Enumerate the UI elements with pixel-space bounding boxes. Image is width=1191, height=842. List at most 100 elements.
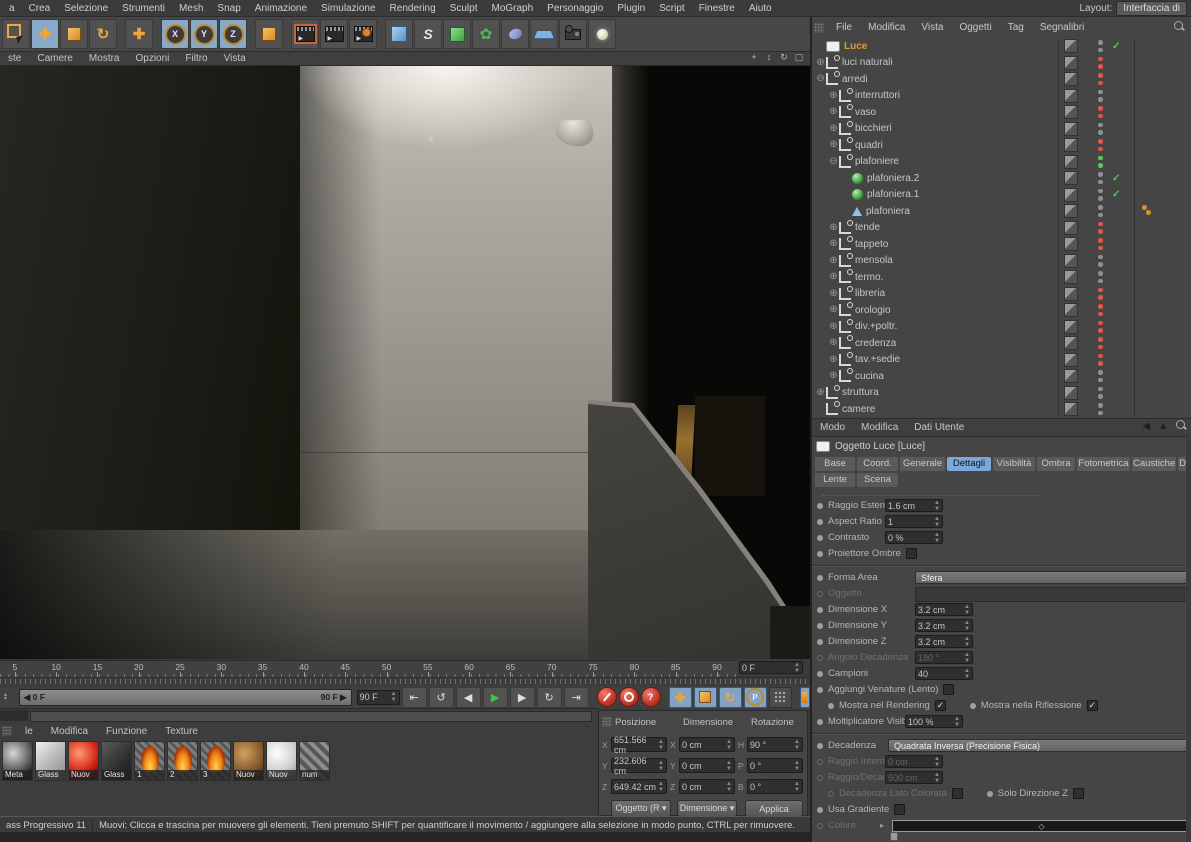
material-thumbnail[interactable]: Nuov (266, 741, 297, 781)
range-spinner-icon[interactable]: ▲ ▼ (2, 690, 9, 705)
editor-visibility-dot[interactable] (1098, 386, 1103, 392)
field-dimensione-y[interactable]: 3.2 cm ▲ ▼ (915, 619, 973, 632)
menu-sculpt[interactable]: Sculpt (443, 3, 485, 14)
menu-mesh[interactable]: Mesh (172, 3, 210, 14)
tab-dettagli[interactable]: Dettagli (947, 457, 991, 471)
spinner-icon[interactable]: ▲ ▼ (726, 781, 732, 793)
am-menu-modifica[interactable]: Modifica (853, 422, 906, 433)
record-position-button[interactable]: ✚ (668, 686, 692, 708)
timeline-ruler[interactable]: 5 10 15 20 25 30 35 40 45 50 55 60 65 70 75 80 85 90 (0, 660, 737, 677)
render-visibility-dot[interactable] (1098, 278, 1103, 284)
tab-coord-[interactable]: Coord. (857, 457, 898, 471)
material-menu-texture[interactable]: Texture (156, 726, 207, 737)
spinner-icon[interactable]: ▲ ▼ (964, 668, 970, 680)
visibility-dots[interactable] (1098, 386, 1103, 399)
layer-chip-icon[interactable] (1064, 187, 1078, 202)
menu-selezione[interactable]: Selezione (57, 3, 115, 14)
coord-dimension-field[interactable]: 0 cm ▲ ▼ (679, 737, 735, 752)
editor-visibility-dot[interactable] (1098, 304, 1103, 309)
panel-tab[interactable] (0, 710, 28, 721)
search-icon[interactable] (1176, 420, 1185, 432)
coord-position-field[interactable]: 649.42 cm ▲ ▼ (611, 779, 667, 794)
layer-chip-icon[interactable] (1064, 88, 1078, 103)
object-row-plafoniere[interactable]: ⊖ plafoniere (812, 153, 1191, 171)
texture-tag-icon[interactable] (1142, 205, 1152, 217)
visibility-dots[interactable] (1098, 56, 1103, 69)
last-tool-button[interactable]: ✚ (125, 19, 153, 49)
editor-visibility-dot[interactable] (1098, 238, 1103, 243)
visibility-dots[interactable] (1098, 287, 1103, 300)
menu-simulazione[interactable]: Simulazione (314, 3, 382, 14)
dropdown-decadenza[interactable]: Quadrata Inversa (Precisione Fisica) (888, 739, 1189, 752)
coord-dimension-field[interactable]: 0 cm ▲ ▼ (679, 758, 735, 773)
next-frame-button[interactable]: ▶ (509, 686, 535, 708)
object-row-libreria[interactable]: ⊕ libreria (812, 285, 1191, 303)
render-visibility-dot[interactable] (1098, 130, 1103, 135)
menu-a[interactable]: a (2, 3, 22, 14)
search-icon[interactable] (1174, 21, 1183, 30)
layer-chip-icon[interactable] (1064, 171, 1078, 186)
object-row-orologio[interactable]: ⊕ orologio (812, 302, 1191, 319)
history-back-icon[interactable]: ◀ (1142, 421, 1150, 432)
material-thumbnail[interactable]: 2 (167, 741, 198, 781)
material-menu-modifica[interactable]: Modifica (42, 726, 97, 737)
coord-position-field[interactable]: 651.566 cm ▲ ▼ (611, 735, 667, 755)
menu-script[interactable]: Script (652, 3, 692, 14)
render-visibility-dot[interactable] (1098, 113, 1103, 119)
coord-mode-dropdown[interactable]: Oggetto (R ▾ (611, 800, 671, 817)
field-angolo-decadenza[interactable]: 180 ° ▲ ▼ (915, 651, 973, 664)
visibility-dots[interactable] (1098, 370, 1103, 383)
layer-chip-icon[interactable] (1064, 336, 1078, 351)
checkbox-decadenza-lato-colorata[interactable] (951, 788, 963, 799)
render-visibility-dot[interactable] (1098, 80, 1103, 86)
render-visibility-dot[interactable] (1098, 229, 1103, 234)
checkbox-aggiungi-venature-lento-[interactable] (943, 684, 955, 695)
tab-scena[interactable]: Scena (857, 473, 898, 487)
layer-chip-icon[interactable] (1064, 72, 1078, 87)
coord-position-field[interactable]: 232.606 cm ▲ ▼ (611, 756, 667, 776)
visibility-dots[interactable] (1098, 73, 1103, 86)
field-moltiplicatore-visibilit-[interactable]: 100 % ▲ ▼ (905, 715, 963, 728)
render-visibility-dot[interactable] (1098, 295, 1103, 300)
visibility-dots[interactable] (1098, 238, 1103, 251)
layer-chip-icon[interactable] (1064, 352, 1078, 367)
expand-icon[interactable]: ⊕ (828, 354, 839, 365)
color-gradient-bar[interactable]: ◇ (892, 820, 1191, 832)
expand-icon[interactable]: ⊕ (828, 272, 839, 282)
spinner-icon[interactable]: ▲ ▼ (964, 652, 970, 664)
expand-arrow-icon[interactable]: ▸ (880, 821, 884, 830)
add-cube-object-button[interactable] (385, 19, 413, 49)
spinner-icon[interactable]: ▲ ▼ (794, 739, 800, 751)
editor-visibility-dot[interactable] (1098, 89, 1103, 95)
material-thumbnail[interactable]: Glass (101, 741, 132, 781)
gradient-knot[interactable] (890, 832, 898, 841)
zoom-icon[interactable]: ↕ (764, 52, 774, 63)
record-scale-button[interactable] (693, 686, 717, 708)
editor-visibility-dot[interactable] (1098, 353, 1103, 359)
apply-button[interactable]: Applica (745, 800, 803, 817)
expand-icon[interactable]: ⊕ (828, 338, 839, 348)
previous-frame-button[interactable]: ◀ (455, 686, 481, 708)
add-floor-button[interactable] (530, 19, 558, 49)
object-row-termo-[interactable]: ⊕ termo. (812, 269, 1191, 286)
material-thumbnail[interactable]: 1 (134, 741, 165, 781)
om-menu-oggetti[interactable]: Oggetti (951, 22, 999, 33)
menu-crea[interactable]: Crea (22, 3, 58, 14)
om-menu-tag[interactable]: Tag (1000, 22, 1032, 33)
am-menu-modo[interactable]: Modo (812, 422, 853, 433)
viewport-menu-vista[interactable]: Vista (216, 53, 254, 64)
spinner-icon[interactable]: ▲ ▼ (794, 760, 800, 772)
object-row-struttura[interactable]: ⊕ struttura (812, 384, 1191, 402)
render-visibility-dot[interactable] (1098, 97, 1103, 102)
object-row-luce[interactable]: Luce ✓ (812, 38, 1191, 55)
material-thumbnail[interactable]: Nuov (233, 741, 264, 781)
add-generator-button[interactable] (443, 19, 471, 49)
render-visibility-dot[interactable] (1098, 64, 1103, 69)
material-thumbnail[interactable]: Meta (2, 741, 33, 781)
visibility-dots[interactable] (1098, 320, 1103, 333)
visibility-dots[interactable] (1098, 205, 1103, 218)
visibility-dots[interactable] (1098, 172, 1103, 185)
coordinate-system-button[interactable] (255, 19, 283, 49)
render-visibility-dot[interactable] (1098, 344, 1103, 350)
render-visibility-dot[interactable] (1098, 146, 1103, 152)
